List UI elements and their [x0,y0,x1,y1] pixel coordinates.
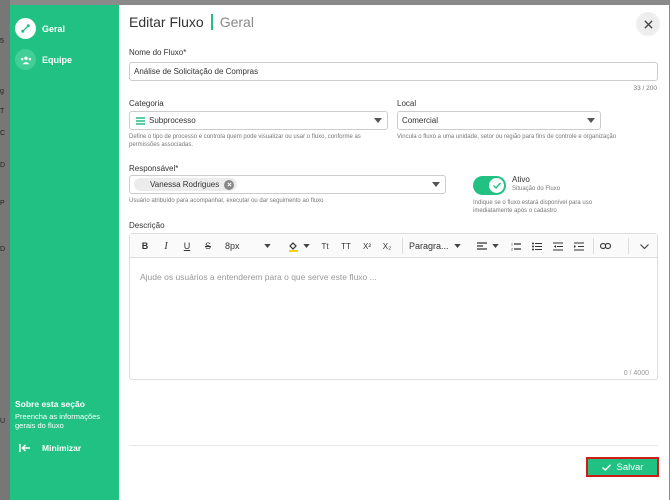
sidebar-item-label: Geral [42,23,66,34]
edit-flow-dialog: Editar Fluxo Geral Nome do Fluxo* Anális… [119,5,669,500]
svg-text:1: 1 [511,242,513,246]
flow-name-value: Análise de Solicitação de Compras [134,67,259,76]
category-select[interactable]: Subprocesso [129,111,388,130]
active-toggle[interactable] [473,176,506,195]
responsible-select[interactable]: Vanessa Rodrigues [129,175,446,194]
title-divider [210,14,213,30]
chevron-down-icon [303,244,310,248]
toggle-knob [489,178,504,193]
local-help: Vincula o fluxo a uma unidade, setor ou … [397,134,617,140]
local-value: Comercial [402,116,439,125]
italic-button[interactable]: I [160,239,172,253]
responsible-chip: Vanessa Rodrigues [134,178,238,191]
section-about-text: Preencha as informações gerais do fluxo [15,412,101,430]
save-button[interactable]: Salvar [586,457,659,477]
description-counter: 0 / 4000 [623,370,649,377]
flow-name-label: Nome do Fluxo* [129,48,187,57]
check-icon [601,463,611,471]
collapse-icon [19,444,30,452]
indent-icon[interactable] [573,239,585,253]
toolbar-divider [402,238,403,254]
responsible-help: Usuário atribuído para acompanhar, execu… [129,198,324,204]
svg-text:2: 2 [511,247,513,251]
check-icon [492,182,501,189]
team-icon [15,49,36,70]
local-select[interactable]: Comercial [397,111,601,130]
ordered-list-icon[interactable]: 12 [510,239,522,253]
sidebar-item-label: Equipe [42,54,73,65]
flow-name-counter: 33 / 200 [633,85,658,92]
paragraph-select[interactable]: Paragra... [409,239,473,253]
toolbar-divider [593,238,594,254]
description-placeholder[interactable]: Ajude os usuários a entenderem para o qu… [140,272,377,282]
title: Editar Fluxo [129,14,204,30]
sidebar: Geral Equipe Sobre esta seção Preencha a… [10,5,119,500]
chevron-down-icon [587,118,595,123]
background-page: 5gT CDP DU [0,0,10,500]
underline-button[interactable]: U [181,239,193,253]
category-label: Categoria [129,99,164,108]
align-select[interactable] [475,239,501,253]
sidebar-item-geral[interactable]: Geral [15,18,65,39]
flow-name-input[interactable]: Análise de Solicitação de Compras [129,62,658,81]
font-size-select[interactable]: 8px [225,239,277,253]
outdent-icon[interactable] [552,239,564,253]
strikethrough-button[interactable]: S [202,239,214,253]
chevron-down-icon [432,182,440,187]
responsible-chip-label: Vanessa Rodrigues [150,180,220,189]
responsible-label: Responsável* [129,164,179,173]
align-left-icon [477,242,487,250]
chevron-down-icon [639,243,649,249]
local-label: Local [397,99,417,108]
active-label: Ativo [512,175,530,184]
toolbar-divider [628,238,629,254]
save-label: Salvar [616,461,644,473]
footer-divider [129,445,658,446]
paragraph-value: Paragra... [409,241,449,251]
font-size-value: 8px [225,241,240,251]
list-icon [136,116,145,125]
close-icon [643,19,653,29]
editor-toolbar: B I U S 8px Tt TT X² X₂ Paragra... 1 2 [130,234,657,258]
chevron-down-icon [453,244,461,248]
link-icon[interactable] [599,239,611,253]
page-title: Editar Fluxo Geral [129,14,254,30]
category-value: Subprocesso [149,116,196,125]
highlight-color-button[interactable] [286,239,312,253]
minimize-button[interactable]: Minimizar [19,443,81,453]
bold-button[interactable]: B [139,239,151,253]
active-sub: Situação do Fluxo [512,186,561,192]
more-options-button[interactable] [638,239,650,253]
bullet-list-icon[interactable] [531,239,543,253]
superscript-icon[interactable]: X² [361,239,373,253]
description-editor: B I U S 8px Tt TT X² X₂ Paragra... 1 2 A… [129,233,658,380]
text-case-icon[interactable]: TT [340,239,352,253]
section-about: Sobre esta seção Preencha as informações… [15,399,115,430]
section-name: Geral [219,14,254,30]
section-about-title: Sobre esta seção [15,399,85,409]
sidebar-item-equipe[interactable]: Equipe [15,49,72,70]
minimize-label: Minimizar [42,443,82,453]
close-button[interactable] [636,12,660,36]
subscript-icon[interactable]: X₂ [381,239,393,253]
chevron-down-icon [492,244,499,248]
chevron-down-icon [263,244,271,248]
description-label: Descrição [129,221,165,230]
chevron-down-icon [374,118,382,123]
category-help: Define o tipo de processo e controla que… [129,134,361,148]
paint-bucket-icon [289,242,298,252]
text-transform-icon[interactable]: Tt [319,239,331,253]
flow-icon [15,18,36,39]
active-help: Indique se o fluxo estará disponível par… [473,200,593,214]
remove-chip-button[interactable] [224,179,235,190]
close-icon [227,182,232,187]
